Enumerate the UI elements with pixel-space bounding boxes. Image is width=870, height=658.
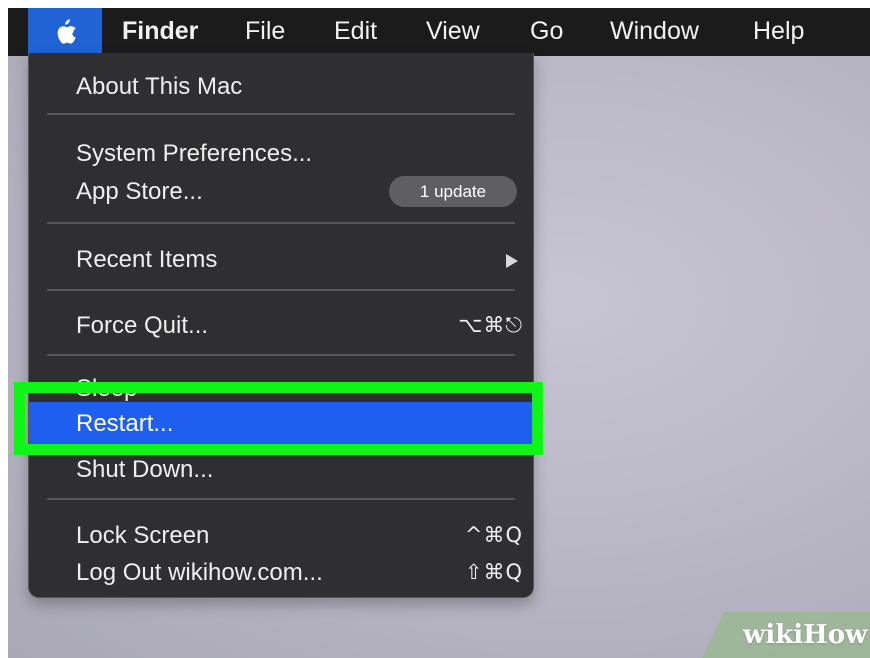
restart-annotation-highlight [14, 382, 543, 455]
menu-item-label: Recent Items [76, 246, 218, 273]
menu-item-system-preferences[interactable]: System Preferences... [29, 134, 533, 172]
apple-logo-icon [57, 19, 76, 44]
menu-separator [47, 113, 515, 115]
menu-item-about-this-mac[interactable]: About This Mac [29, 67, 533, 105]
apple-menu-button[interactable] [28, 8, 102, 56]
menu-separator [47, 354, 515, 356]
menu-separator [47, 289, 515, 291]
menu-item-label: Force Quit... [76, 312, 209, 339]
menu-item-label: Log Out wikihow.com... [76, 559, 323, 586]
menu-item-shut-down-label[interactable]: Shut Down... [76, 454, 213, 485]
menu-bar: Finder File Edit View Go Window Help [8, 8, 870, 56]
menu-view[interactable]: View [426, 16, 480, 46]
menu-item-log-out[interactable]: Log Out wikihow.com... ⇧⌘Q [29, 553, 533, 591]
log-out-shortcut: ⇧⌘Q [464, 560, 523, 584]
menu-item-force-quit[interactable]: Force Quit... ⌥⌘⎋ [29, 306, 533, 344]
chevron-right-icon [506, 254, 518, 268]
menu-help[interactable]: Help [753, 16, 804, 46]
menu-go[interactable]: Go [530, 16, 563, 46]
menu-item-app-store[interactable]: App Store... 1 update [29, 172, 533, 210]
menu-item-label: Lock Screen [76, 522, 210, 549]
menu-item-lock-screen[interactable]: Lock Screen ^⌘Q [29, 516, 533, 554]
menu-item-recent-items[interactable]: Recent Items [29, 240, 533, 278]
apple-menu-dropdown: About This Mac System Preferences... App… [28, 53, 534, 598]
menu-file[interactable]: File [245, 16, 285, 46]
menu-separator [47, 498, 515, 500]
menu-edit[interactable]: Edit [334, 16, 377, 46]
menu-item-label: About This Mac [76, 73, 243, 100]
menu-separator [47, 222, 515, 224]
menu-window[interactable]: Window [610, 16, 699, 46]
desktop-screen: Finder File Edit View Go Window Help Abo… [8, 8, 870, 658]
wikihow-watermark: wikiHow [743, 620, 868, 650]
menu-finder[interactable]: Finder [122, 16, 198, 46]
lock-screen-shortcut: ^⌘Q [464, 523, 523, 547]
force-quit-shortcut: ⌥⌘⎋ [458, 313, 523, 337]
menu-item-label: System Preferences... [76, 140, 313, 167]
menu-item-label: App Store... [76, 178, 203, 205]
update-count-badge: 1 update [389, 176, 517, 207]
